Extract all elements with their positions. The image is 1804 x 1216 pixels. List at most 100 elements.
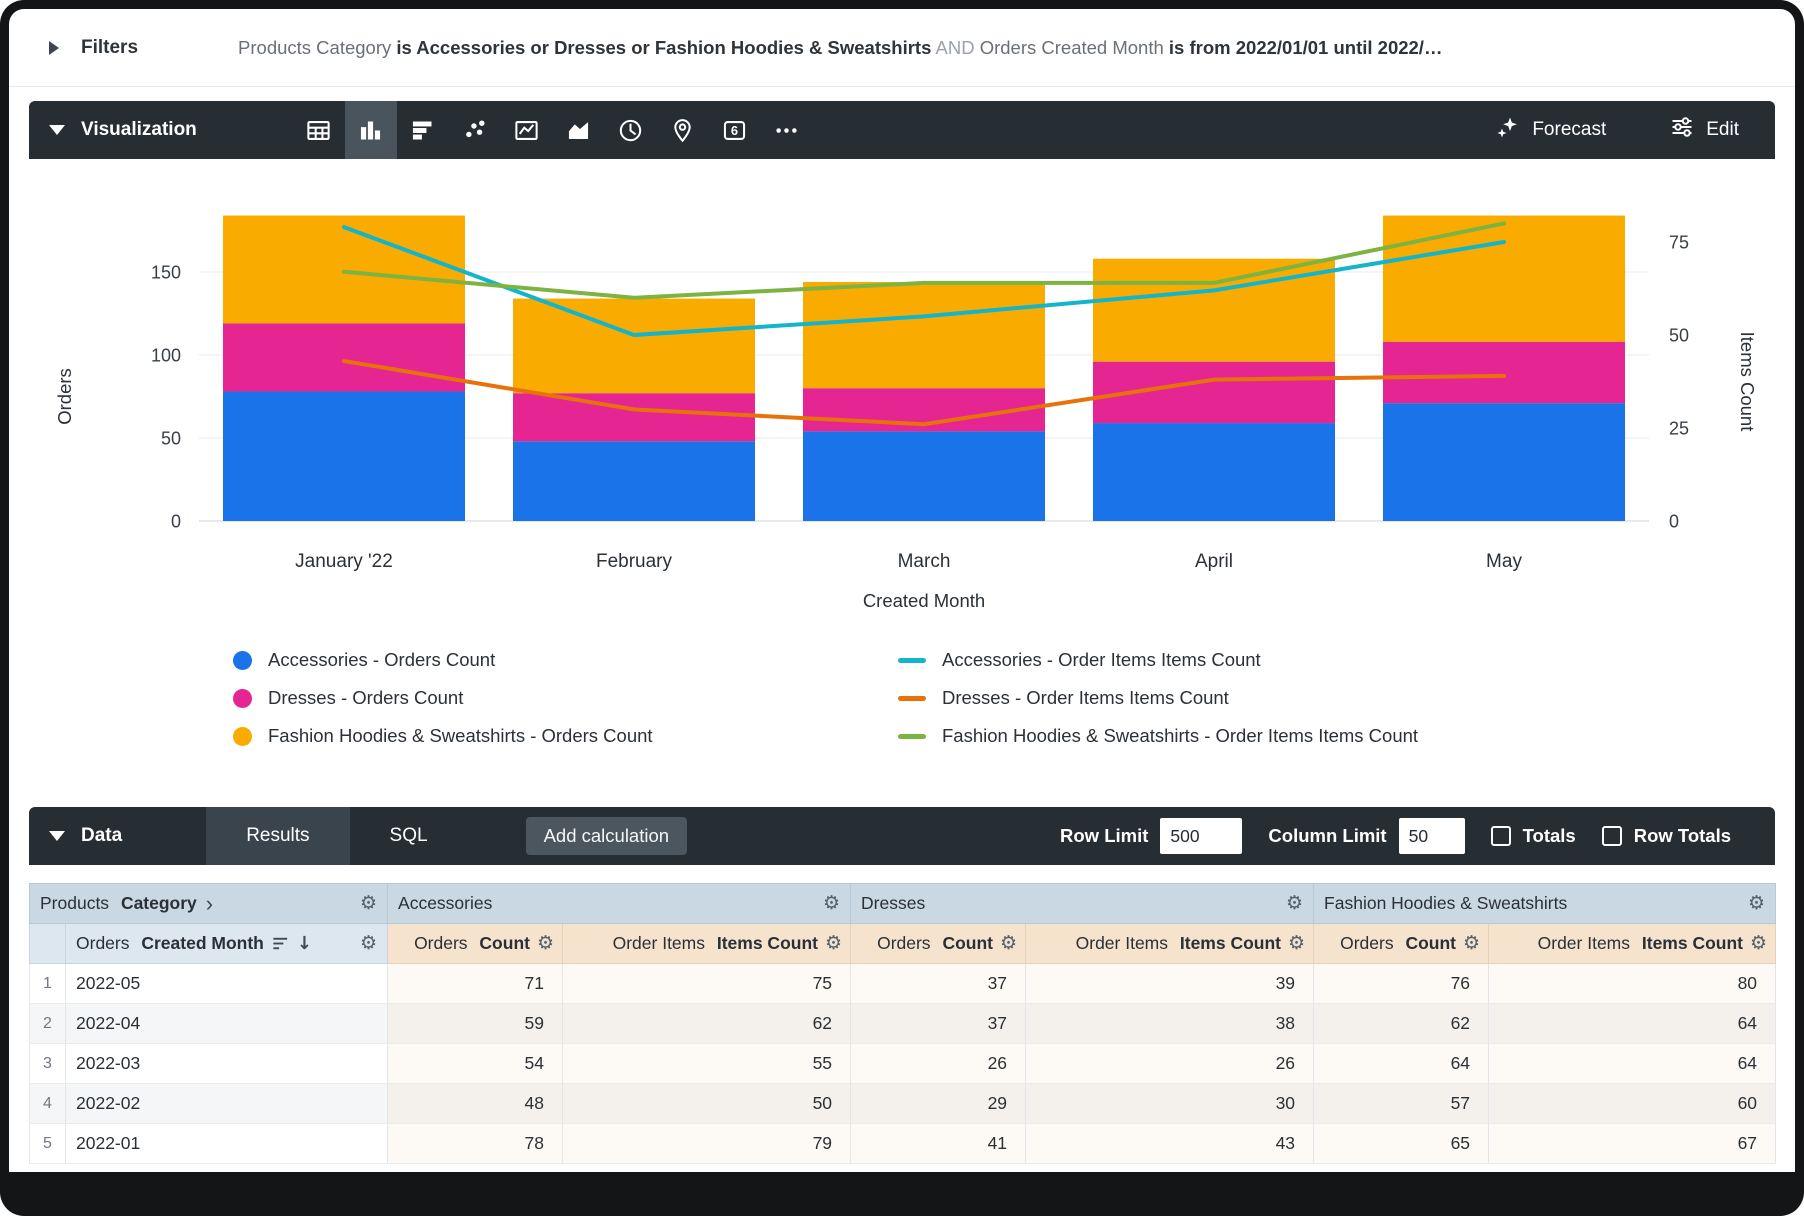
month-cell[interactable]: 2022-01: [66, 1124, 388, 1164]
bar-segment[interactable]: [803, 282, 1045, 388]
value-cell[interactable]: 78: [388, 1124, 563, 1164]
pivot-value-header[interactable]: Fashion Hoodies & Sweatshirts⚙: [1314, 884, 1776, 924]
value-cell[interactable]: 57: [1314, 1084, 1489, 1124]
measure-header[interactable]: Order Items Items Count⚙: [563, 924, 851, 964]
value-cell[interactable]: 80: [1489, 964, 1776, 1004]
add-calculation-button[interactable]: Add calculation: [526, 817, 687, 855]
visualization-title[interactable]: Visualization: [81, 119, 197, 141]
viz-type-pie-button[interactable]: [605, 101, 657, 159]
totals-checkbox[interactable]: [1491, 826, 1511, 846]
gear-icon[interactable]: ⚙: [360, 934, 377, 953]
sort-desc-icon[interactable]: ↓: [297, 935, 312, 953]
value-cell[interactable]: 39: [1026, 964, 1314, 1004]
value-cell[interactable]: 79: [563, 1124, 851, 1164]
value-cell[interactable]: 64: [1489, 1004, 1776, 1044]
bar-segment[interactable]: [1383, 403, 1625, 521]
row-totals-checkbox[interactable]: [1602, 826, 1622, 846]
viz-type-line-button[interactable]: [501, 101, 553, 159]
value-cell[interactable]: 62: [563, 1004, 851, 1044]
measure-header[interactable]: Orders Count⚙: [1314, 924, 1489, 964]
viz-type-scatter-button[interactable]: [449, 101, 501, 159]
bar-segment[interactable]: [1383, 216, 1625, 342]
viz-type-table-button[interactable]: [293, 101, 345, 159]
bar-segment[interactable]: [1383, 342, 1625, 403]
value-cell[interactable]: 60: [1489, 1084, 1776, 1124]
value-cell[interactable]: 67: [1489, 1124, 1776, 1164]
orders-created-month-header[interactable]: Orders Created Month↓⚙: [66, 924, 388, 964]
gear-icon[interactable]: ⚙: [823, 894, 840, 913]
gear-icon[interactable]: ⚙: [1750, 934, 1767, 953]
value-cell[interactable]: 26: [1026, 1044, 1314, 1084]
month-cell[interactable]: 2022-02: [66, 1084, 388, 1124]
month-cell[interactable]: 2022-04: [66, 1004, 388, 1044]
measure-header[interactable]: Order Items Items Count⚙: [1489, 924, 1776, 964]
viz-type-map-button[interactable]: [657, 101, 709, 159]
pivot-value-header[interactable]: Dresses⚙: [851, 884, 1314, 924]
gear-icon[interactable]: ⚙: [1000, 934, 1017, 953]
gear-icon[interactable]: ⚙: [360, 894, 377, 913]
bar-segment[interactable]: [513, 299, 755, 394]
value-cell[interactable]: 48: [388, 1084, 563, 1124]
bar-segment[interactable]: [223, 216, 465, 324]
value-cell[interactable]: 37: [851, 964, 1026, 1004]
bar-segment[interactable]: [1093, 259, 1335, 362]
value-cell[interactable]: 29: [851, 1084, 1026, 1124]
data-collapse-icon[interactable]: [49, 831, 65, 841]
gear-icon[interactable]: ⚙: [1288, 934, 1305, 953]
filters-title[interactable]: Filters: [81, 37, 138, 59]
visualization-collapse-icon[interactable]: [49, 125, 65, 135]
value-cell[interactable]: 75: [563, 964, 851, 1004]
value-cell[interactable]: 41: [851, 1124, 1026, 1164]
gear-icon[interactable]: ⚙: [825, 934, 842, 953]
measure-header[interactable]: Orders Count⚙: [851, 924, 1026, 964]
measure-header[interactable]: Orders Count⚙: [388, 924, 563, 964]
gear-icon[interactable]: ⚙: [537, 934, 554, 953]
viz-type-area-button[interactable]: [553, 101, 605, 159]
viz-type-more-button[interactable]: [761, 101, 813, 159]
value-cell[interactable]: 64: [1489, 1044, 1776, 1084]
value-cell[interactable]: 30: [1026, 1084, 1314, 1124]
filter-summary[interactable]: Products Category is Accessories or Dres…: [238, 37, 1765, 59]
bar-segment[interactable]: [803, 431, 1045, 521]
tab-results[interactable]: Results: [206, 807, 349, 865]
measure-header[interactable]: Order Items Items Count⚙: [1026, 924, 1314, 964]
bar-segment[interactable]: [513, 441, 755, 521]
value-cell[interactable]: 54: [388, 1044, 563, 1084]
bar-segment[interactable]: [223, 323, 465, 391]
gear-icon[interactable]: ⚙: [1748, 894, 1765, 913]
gear-icon[interactable]: ⚙: [1286, 894, 1303, 913]
viz-type-bar-button[interactable]: [397, 101, 449, 159]
value-cell[interactable]: 38: [1026, 1004, 1314, 1044]
data-title[interactable]: Data: [81, 825, 122, 847]
value-cell[interactable]: 50: [563, 1084, 851, 1124]
column-limit-input[interactable]: [1399, 818, 1465, 854]
value-cell[interactable]: 65: [1314, 1124, 1489, 1164]
filters-expand-icon[interactable]: [49, 41, 59, 55]
value-cell[interactable]: 59: [388, 1004, 563, 1044]
month-cell[interactable]: 2022-05: [66, 964, 388, 1004]
edit-button[interactable]: Edit: [1670, 115, 1739, 145]
gear-icon[interactable]: ⚙: [1463, 934, 1480, 953]
value-cell[interactable]: 64: [1314, 1044, 1489, 1084]
viz-type-column-button[interactable]: [345, 101, 397, 159]
month-cell[interactable]: 2022-03: [66, 1044, 388, 1084]
subtotal-icon[interactable]: [271, 934, 290, 953]
forecast-button[interactable]: Forecast: [1496, 115, 1606, 145]
bar-segment[interactable]: [513, 393, 755, 441]
tab-sql[interactable]: SQL: [350, 807, 468, 865]
x-axis-category: March: [898, 551, 951, 572]
bar-segment[interactable]: [223, 392, 465, 521]
value-cell[interactable]: 76: [1314, 964, 1489, 1004]
value-cell[interactable]: 43: [1026, 1124, 1314, 1164]
pivot-dimension-header[interactable]: Products Category›⚙: [30, 884, 388, 924]
pivot-value-header[interactable]: Accessories⚙: [388, 884, 851, 924]
bar-segment[interactable]: [1093, 423, 1335, 521]
chart-area: 0501001500255075January '22FebruaryMarch…: [9, 159, 1795, 755]
value-cell[interactable]: 26: [851, 1044, 1026, 1084]
viz-type-single-value-button[interactable]: 6: [709, 101, 761, 159]
row-limit-input[interactable]: [1160, 818, 1242, 854]
value-cell[interactable]: 62: [1314, 1004, 1489, 1044]
value-cell[interactable]: 55: [563, 1044, 851, 1084]
value-cell[interactable]: 37: [851, 1004, 1026, 1044]
value-cell[interactable]: 71: [388, 964, 563, 1004]
